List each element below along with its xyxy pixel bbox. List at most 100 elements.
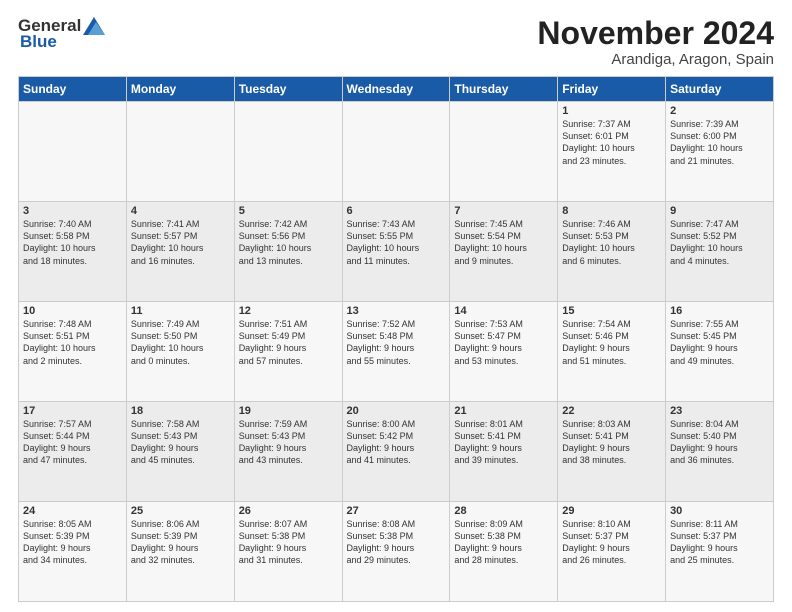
- calendar-cell: 18Sunrise: 7:58 AM Sunset: 5:43 PM Dayli…: [126, 402, 234, 502]
- col-saturday: Saturday: [666, 77, 774, 102]
- calendar-cell: 1Sunrise: 7:37 AM Sunset: 6:01 PM Daylig…: [558, 102, 666, 202]
- calendar-cell: 29Sunrise: 8:10 AM Sunset: 5:37 PM Dayli…: [558, 502, 666, 602]
- calendar-cell: [19, 102, 127, 202]
- calendar-week-0: 1Sunrise: 7:37 AM Sunset: 6:01 PM Daylig…: [19, 102, 774, 202]
- day-info: Sunrise: 8:03 AM Sunset: 5:41 PM Dayligh…: [562, 418, 661, 467]
- day-info: Sunrise: 7:46 AM Sunset: 5:53 PM Dayligh…: [562, 218, 661, 267]
- day-number: 7: [454, 205, 553, 217]
- day-number: 2: [670, 105, 769, 117]
- day-number: 12: [239, 305, 338, 317]
- calendar-cell: 2Sunrise: 7:39 AM Sunset: 6:00 PM Daylig…: [666, 102, 774, 202]
- day-number: 21: [454, 405, 553, 417]
- day-number: 3: [23, 205, 122, 217]
- day-info: Sunrise: 7:52 AM Sunset: 5:48 PM Dayligh…: [347, 318, 446, 367]
- day-info: Sunrise: 8:11 AM Sunset: 5:37 PM Dayligh…: [670, 518, 769, 567]
- calendar-week-2: 10Sunrise: 7:48 AM Sunset: 5:51 PM Dayli…: [19, 302, 774, 402]
- day-info: Sunrise: 8:07 AM Sunset: 5:38 PM Dayligh…: [239, 518, 338, 567]
- day-info: Sunrise: 7:53 AM Sunset: 5:47 PM Dayligh…: [454, 318, 553, 367]
- calendar-cell: 27Sunrise: 8:08 AM Sunset: 5:38 PM Dayli…: [342, 502, 450, 602]
- day-info: Sunrise: 7:51 AM Sunset: 5:49 PM Dayligh…: [239, 318, 338, 367]
- day-info: Sunrise: 7:47 AM Sunset: 5:52 PM Dayligh…: [670, 218, 769, 267]
- calendar-cell: 5Sunrise: 7:42 AM Sunset: 5:56 PM Daylig…: [234, 202, 342, 302]
- day-info: Sunrise: 7:59 AM Sunset: 5:43 PM Dayligh…: [239, 418, 338, 467]
- day-info: Sunrise: 8:00 AM Sunset: 5:42 PM Dayligh…: [347, 418, 446, 467]
- calendar-cell: 12Sunrise: 7:51 AM Sunset: 5:49 PM Dayli…: [234, 302, 342, 402]
- day-info: Sunrise: 8:04 AM Sunset: 5:40 PM Dayligh…: [670, 418, 769, 467]
- calendar-cell: 8Sunrise: 7:46 AM Sunset: 5:53 PM Daylig…: [558, 202, 666, 302]
- calendar-cell: 11Sunrise: 7:49 AM Sunset: 5:50 PM Dayli…: [126, 302, 234, 402]
- day-number: 6: [347, 205, 446, 217]
- calendar-cell: 21Sunrise: 8:01 AM Sunset: 5:41 PM Dayli…: [450, 402, 558, 502]
- day-info: Sunrise: 8:08 AM Sunset: 5:38 PM Dayligh…: [347, 518, 446, 567]
- col-thursday: Thursday: [450, 77, 558, 102]
- day-number: 18: [131, 405, 230, 417]
- calendar-cell: [234, 102, 342, 202]
- calendar-cell: 7Sunrise: 7:45 AM Sunset: 5:54 PM Daylig…: [450, 202, 558, 302]
- calendar-cell: 4Sunrise: 7:41 AM Sunset: 5:57 PM Daylig…: [126, 202, 234, 302]
- calendar-cell: [342, 102, 450, 202]
- calendar-cell: 26Sunrise: 8:07 AM Sunset: 5:38 PM Dayli…: [234, 502, 342, 602]
- calendar-cell: 17Sunrise: 7:57 AM Sunset: 5:44 PM Dayli…: [19, 402, 127, 502]
- calendar-cell: 30Sunrise: 8:11 AM Sunset: 5:37 PM Dayli…: [666, 502, 774, 602]
- day-info: Sunrise: 8:06 AM Sunset: 5:39 PM Dayligh…: [131, 518, 230, 567]
- col-friday: Friday: [558, 77, 666, 102]
- day-info: Sunrise: 8:01 AM Sunset: 5:41 PM Dayligh…: [454, 418, 553, 467]
- day-info: Sunrise: 7:43 AM Sunset: 5:55 PM Dayligh…: [347, 218, 446, 267]
- day-number: 4: [131, 205, 230, 217]
- calendar-cell: 16Sunrise: 7:55 AM Sunset: 5:45 PM Dayli…: [666, 302, 774, 402]
- month-title: November 2024: [537, 16, 774, 51]
- col-tuesday: Tuesday: [234, 77, 342, 102]
- day-number: 30: [670, 505, 769, 517]
- calendar-cell: 24Sunrise: 8:05 AM Sunset: 5:39 PM Dayli…: [19, 502, 127, 602]
- day-info: Sunrise: 8:09 AM Sunset: 5:38 PM Dayligh…: [454, 518, 553, 567]
- day-number: 22: [562, 405, 661, 417]
- logo-icon: [83, 17, 105, 35]
- calendar-cell: [126, 102, 234, 202]
- calendar-cell: 20Sunrise: 8:00 AM Sunset: 5:42 PM Dayli…: [342, 402, 450, 502]
- day-number: 8: [562, 205, 661, 217]
- day-info: Sunrise: 8:10 AM Sunset: 5:37 PM Dayligh…: [562, 518, 661, 567]
- day-number: 17: [23, 405, 122, 417]
- calendar-cell: 25Sunrise: 8:06 AM Sunset: 5:39 PM Dayli…: [126, 502, 234, 602]
- day-number: 11: [131, 305, 230, 317]
- day-number: 28: [454, 505, 553, 517]
- title-block: November 2024 Arandiga, Aragon, Spain: [537, 16, 774, 68]
- calendar-table: Sunday Monday Tuesday Wednesday Thursday…: [18, 76, 774, 602]
- day-info: Sunrise: 7:41 AM Sunset: 5:57 PM Dayligh…: [131, 218, 230, 267]
- day-number: 9: [670, 205, 769, 217]
- day-number: 1: [562, 105, 661, 117]
- day-number: 16: [670, 305, 769, 317]
- header: General Blue November 2024 Arandiga, Ara…: [18, 16, 774, 68]
- calendar-cell: 3Sunrise: 7:40 AM Sunset: 5:58 PM Daylig…: [19, 202, 127, 302]
- day-info: Sunrise: 7:49 AM Sunset: 5:50 PM Dayligh…: [131, 318, 230, 367]
- calendar-body: 1Sunrise: 7:37 AM Sunset: 6:01 PM Daylig…: [19, 102, 774, 602]
- day-number: 5: [239, 205, 338, 217]
- calendar-cell: 9Sunrise: 7:47 AM Sunset: 5:52 PM Daylig…: [666, 202, 774, 302]
- col-wednesday: Wednesday: [342, 77, 450, 102]
- day-info: Sunrise: 7:48 AM Sunset: 5:51 PM Dayligh…: [23, 318, 122, 367]
- day-number: 24: [23, 505, 122, 517]
- day-number: 29: [562, 505, 661, 517]
- logo: General Blue: [18, 16, 105, 52]
- logo-blue-text: Blue: [20, 32, 57, 52]
- calendar-week-3: 17Sunrise: 7:57 AM Sunset: 5:44 PM Dayli…: [19, 402, 774, 502]
- day-number: 10: [23, 305, 122, 317]
- calendar-page: General Blue November 2024 Arandiga, Ara…: [0, 0, 792, 612]
- calendar-cell: 6Sunrise: 7:43 AM Sunset: 5:55 PM Daylig…: [342, 202, 450, 302]
- calendar-week-1: 3Sunrise: 7:40 AM Sunset: 5:58 PM Daylig…: [19, 202, 774, 302]
- calendar-cell: [450, 102, 558, 202]
- day-number: 15: [562, 305, 661, 317]
- calendar-cell: 14Sunrise: 7:53 AM Sunset: 5:47 PM Dayli…: [450, 302, 558, 402]
- calendar-cell: 10Sunrise: 7:48 AM Sunset: 5:51 PM Dayli…: [19, 302, 127, 402]
- day-info: Sunrise: 7:54 AM Sunset: 5:46 PM Dayligh…: [562, 318, 661, 367]
- day-info: Sunrise: 7:39 AM Sunset: 6:00 PM Dayligh…: [670, 118, 769, 167]
- day-info: Sunrise: 7:42 AM Sunset: 5:56 PM Dayligh…: [239, 218, 338, 267]
- calendar-cell: 13Sunrise: 7:52 AM Sunset: 5:48 PM Dayli…: [342, 302, 450, 402]
- col-monday: Monday: [126, 77, 234, 102]
- day-number: 19: [239, 405, 338, 417]
- calendar-cell: 19Sunrise: 7:59 AM Sunset: 5:43 PM Dayli…: [234, 402, 342, 502]
- day-info: Sunrise: 7:58 AM Sunset: 5:43 PM Dayligh…: [131, 418, 230, 467]
- calendar-cell: 15Sunrise: 7:54 AM Sunset: 5:46 PM Dayli…: [558, 302, 666, 402]
- day-info: Sunrise: 7:55 AM Sunset: 5:45 PM Dayligh…: [670, 318, 769, 367]
- day-info: Sunrise: 7:40 AM Sunset: 5:58 PM Dayligh…: [23, 218, 122, 267]
